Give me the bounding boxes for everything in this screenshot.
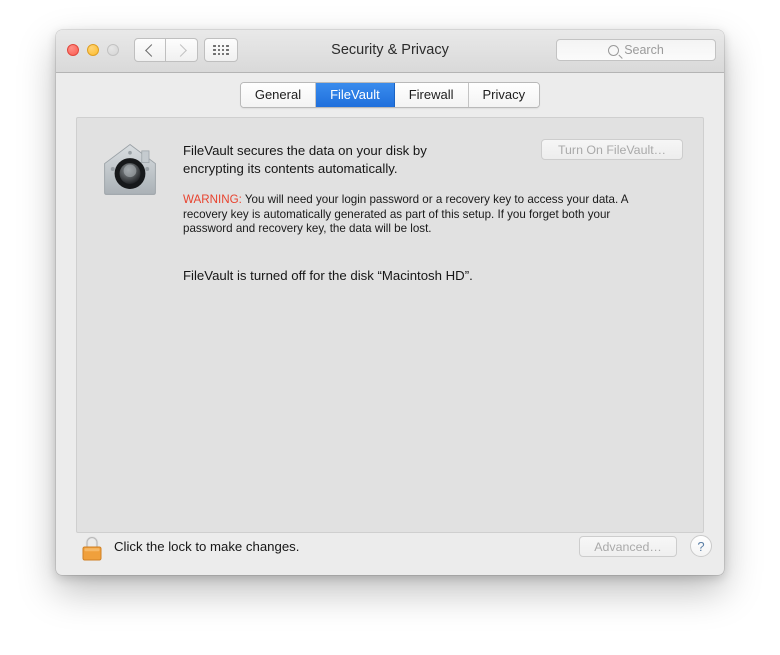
filevault-warning-text: WARNING: You will need your login passwo…: [183, 193, 635, 237]
turn-on-filevault-button[interactable]: Turn On FileVault…: [541, 139, 683, 160]
warning-label: WARNING:: [183, 193, 242, 206]
search-placeholder: Search: [624, 43, 664, 57]
tab-general[interactable]: General: [240, 83, 317, 107]
tab-privacy[interactable]: Privacy: [468, 83, 540, 107]
filevault-status-text: FileVault is turned off for the disk “Ma…: [183, 267, 473, 283]
advanced-button[interactable]: Advanced…: [579, 536, 677, 557]
search-field[interactable]: Search: [556, 39, 716, 61]
screen: Security & Privacy Search General FileVa…: [0, 0, 780, 655]
help-button[interactable]: ?: [690, 535, 712, 557]
filevault-panel: FileVault secures the data on your disk …: [76, 117, 704, 533]
tab-bar: General FileVault Firewall Privacy: [56, 82, 724, 108]
lock-hint-text: Click the lock to make changes.: [114, 539, 300, 554]
filevault-house-icon: [104, 143, 156, 195]
tab-firewall[interactable]: Firewall: [394, 83, 469, 107]
closed-padlock-icon[interactable]: [80, 535, 104, 561]
tab-filevault[interactable]: FileVault: [316, 83, 395, 107]
window-titlebar: Security & Privacy Search: [56, 30, 724, 73]
filevault-intro-text: FileVault secures the data on your disk …: [183, 143, 427, 176]
search-icon: [608, 44, 620, 56]
filevault-text-column: FileVault secures the data on your disk …: [183, 142, 683, 284]
warning-body: You will need your login password or a r…: [183, 193, 628, 236]
security-privacy-window: Security & Privacy Search General FileVa…: [56, 30, 724, 575]
bottom-bar: Click the lock to make changes. Advanced…: [56, 533, 724, 575]
